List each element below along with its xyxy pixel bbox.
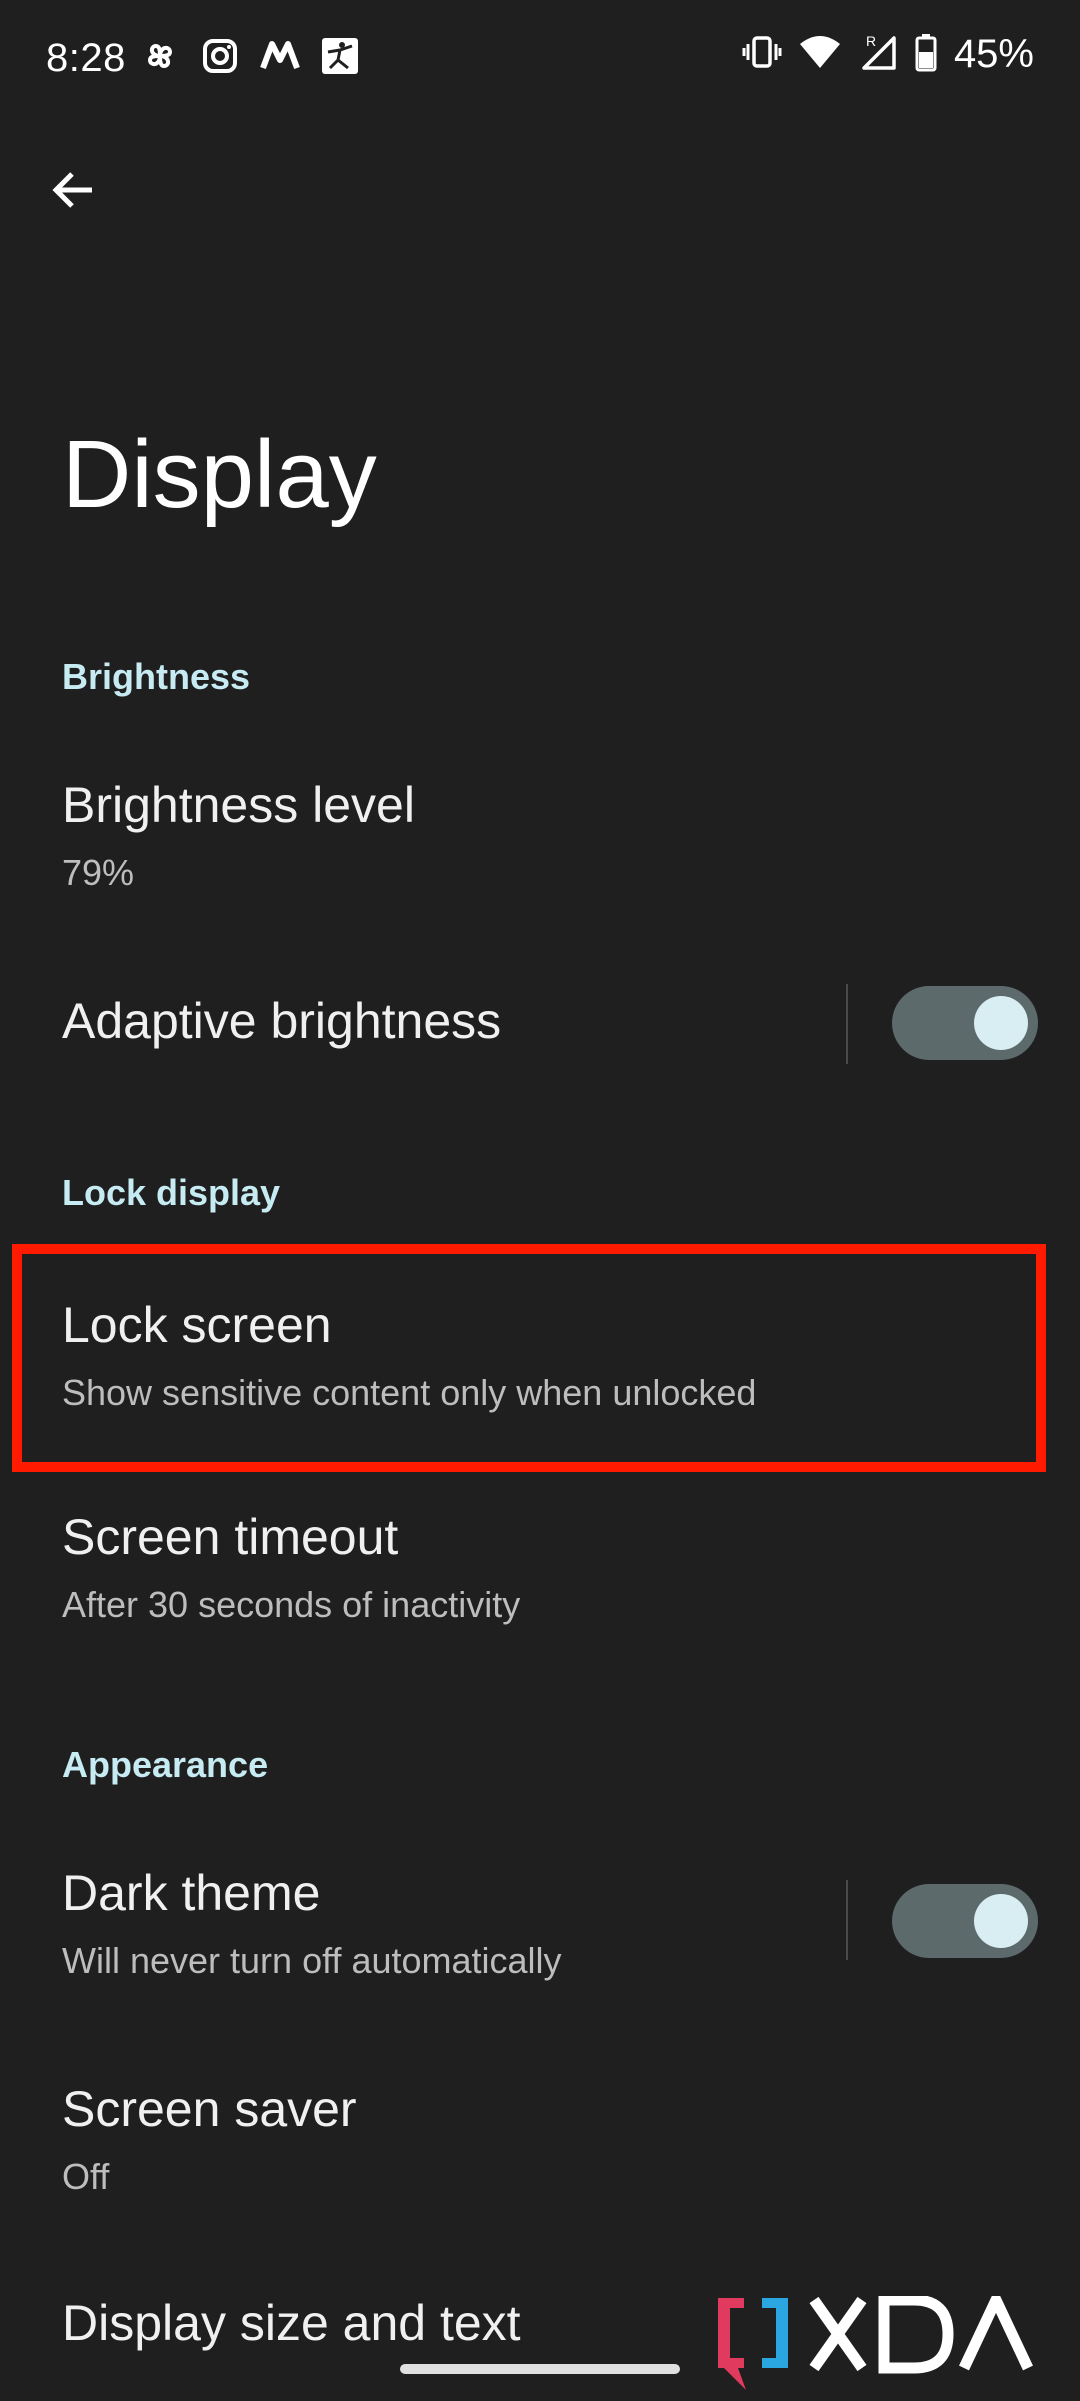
toggle-knob [974,1894,1028,1948]
gesture-handle[interactable] [400,2364,680,2374]
yoga-app-icon [320,36,360,76]
signal-roaming-icon: R [858,32,898,77]
screen-timeout-summary: After 30 seconds of inactivity [62,1584,521,1625]
adaptive-brightness-toggle[interactable] [892,986,1038,1060]
section-header-lock-display: Lock display [62,1172,281,1213]
dark-theme-item[interactable]: Dark theme Will never turn off automatic… [0,1840,1080,2020]
svg-text:R: R [866,33,876,49]
adaptive-brightness-item[interactable]: Adaptive brightness [0,960,1080,1090]
system-icons: R 45% [742,32,1034,77]
screen-timeout-item[interactable]: Screen timeout After 30 seconds of inact… [0,1480,1080,1660]
instagram-icon [200,36,240,76]
toggle-knob [974,996,1028,1050]
vibrate-icon [742,32,782,77]
arrow-left-icon [52,172,92,208]
display-size-text-title: Display size and text [62,2295,521,2351]
xda-watermark-logo [718,2287,1058,2396]
screen-saver-item[interactable]: Screen saver Off [0,2060,1080,2240]
pinwheel-icon [140,36,180,76]
dark-theme-toggle[interactable] [892,1884,1038,1958]
wifi-icon [798,32,842,77]
screen-timeout-title: Screen timeout [62,1509,399,1565]
divider [846,984,848,1064]
battery-percent: 45% [953,32,1034,76]
status-bar: 8:28 R 45% [0,0,1080,118]
battery-icon [914,32,938,77]
dark-theme-title: Dark theme [62,1865,321,1921]
section-header-appearance: Appearance [62,1744,269,1785]
back-button[interactable] [44,160,104,220]
brightness-level-value: 79% [62,852,135,893]
brightness-level-item[interactable]: Brightness level 79% [0,760,1080,920]
screen-saver-summary: Off [62,2156,110,2197]
brightness-level-title: Brightness level [62,777,415,833]
dark-theme-summary: Will never turn off automatically [62,1940,562,1981]
highlight-box [12,1244,1046,1472]
adaptive-brightness-title: Adaptive brightness [62,993,502,1049]
status-time: 8:28 [46,36,126,80]
section-header-brightness: Brightness [62,656,251,697]
divider [846,1880,848,1960]
notification-icons [140,36,360,76]
screen-saver-title: Screen saver [62,2081,357,2137]
m-logo-icon [260,36,300,76]
page-title: Display [62,421,377,528]
